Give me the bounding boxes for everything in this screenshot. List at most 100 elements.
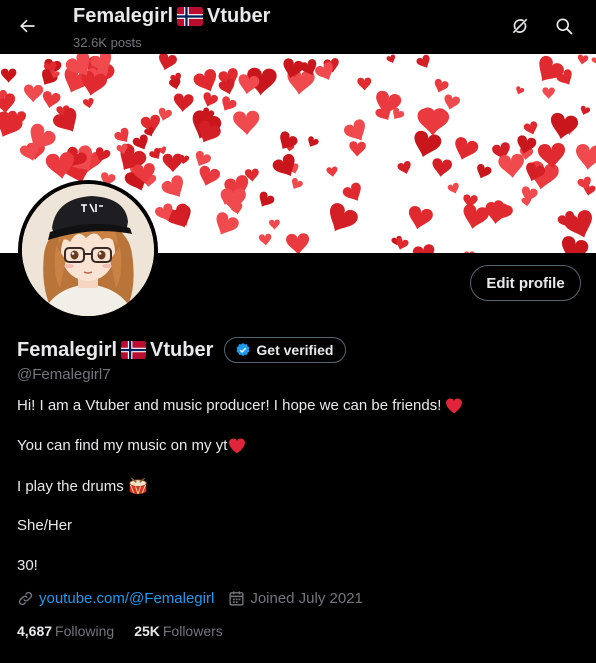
banner-heart xyxy=(444,94,460,110)
calendar-icon xyxy=(229,591,244,606)
banner-heart xyxy=(477,164,492,179)
header-title: Femalegirl Vtuber xyxy=(73,5,270,28)
back-arrow-icon xyxy=(20,19,35,33)
avatar-image xyxy=(22,184,154,316)
banner-heart xyxy=(464,251,475,253)
banner-heart xyxy=(173,93,194,112)
banner-heart xyxy=(357,77,372,91)
get-verified-button[interactable]: Get verified xyxy=(224,337,347,363)
bio-line-2: You can find my music on my yt xyxy=(17,437,246,454)
following-label: Following xyxy=(55,623,115,639)
get-verified-label: Get verified xyxy=(256,342,334,358)
banner-heart xyxy=(53,108,77,132)
bio-text-5: 30! xyxy=(17,557,38,574)
banner-heart xyxy=(82,97,94,109)
banner-heart xyxy=(199,165,221,186)
bio-text-4: She/Her xyxy=(17,517,73,534)
banner-heart xyxy=(516,86,525,95)
joined-item: Joined July 2021 xyxy=(228,590,363,607)
post-count: 32.6K posts xyxy=(73,35,142,50)
link-icon xyxy=(18,591,33,606)
banner-heart xyxy=(455,137,479,160)
banner-heart xyxy=(269,219,280,230)
banner-heart xyxy=(286,233,310,253)
banner-heart xyxy=(434,78,449,93)
header-name-start: Femalegirl xyxy=(73,5,174,27)
banner-heart xyxy=(577,54,589,65)
bio-line-5: 30! xyxy=(17,557,38,574)
header-name-end: Vtuber xyxy=(207,5,271,27)
banner-heart xyxy=(432,158,452,177)
banner-heart xyxy=(259,191,275,207)
norway-flag-icon xyxy=(121,341,146,359)
banner-heart xyxy=(162,153,183,173)
profile-header: Femalegirl Vtuber 32.6K posts xyxy=(0,0,596,54)
banner-heart xyxy=(158,54,177,71)
follow-stats: 4,687 Following 25K Followers xyxy=(17,623,243,639)
followers-label: Followers xyxy=(162,623,223,639)
red-heart-icon xyxy=(446,398,463,414)
website-link[interactable]: youtube.com/@Femalegirl xyxy=(39,590,214,607)
profile-handle: @Femalegirl7 xyxy=(17,366,111,383)
red-heart-icon xyxy=(229,438,246,454)
banner-heart xyxy=(498,153,524,178)
banner-heart xyxy=(342,182,361,201)
profile-meta: youtube.com/@Femalegirl Joined July 2021 xyxy=(17,590,377,607)
banner-heart xyxy=(561,236,589,253)
banner-heart xyxy=(24,84,44,103)
banner-heart xyxy=(161,175,183,197)
profile-display-name: Femalegirl Vtuber xyxy=(17,339,213,362)
hide-media-button[interactable] xyxy=(505,11,535,41)
display-name-start: Femalegirl xyxy=(17,338,118,361)
banner-heart xyxy=(169,78,181,90)
banner-heart xyxy=(408,206,433,230)
joined-date: Joined July 2021 xyxy=(250,590,363,607)
banner-heart xyxy=(550,112,578,139)
banner-heart xyxy=(329,203,358,232)
followers-stat[interactable]: 25K Followers xyxy=(134,623,223,639)
banner-heart xyxy=(412,244,435,253)
back-button[interactable] xyxy=(10,9,44,43)
bio-line-4: She/Her xyxy=(17,517,72,534)
banner-heart xyxy=(216,212,239,235)
profile-avatar[interactable] xyxy=(18,180,158,320)
anime-girl-avatar-illustration xyxy=(22,184,154,316)
banner-heart xyxy=(258,233,272,246)
banner-heart xyxy=(291,177,303,189)
bio-text-3: I play the drums xyxy=(17,478,124,495)
banner-heart xyxy=(233,110,260,136)
banner-heart xyxy=(397,160,411,174)
followers-count: 25K xyxy=(134,623,160,639)
search-button[interactable] xyxy=(549,11,579,41)
banner-heart xyxy=(576,144,596,170)
banner-heart xyxy=(447,182,459,194)
hide-media-icon xyxy=(512,18,528,34)
bio-text-1: Hi! I am a Vtuber and music producer! I … xyxy=(17,397,442,414)
bio-text-2: You can find my music on my yt xyxy=(17,437,228,454)
search-icon xyxy=(556,18,573,35)
banner-heart xyxy=(523,121,538,135)
banner-heart xyxy=(414,130,442,158)
banner-heart xyxy=(386,54,396,64)
banner-heart xyxy=(416,54,430,68)
banner-heart xyxy=(222,96,237,111)
bio-line-1: Hi! I am a Vtuber and music producer! I … xyxy=(17,397,463,414)
edit-profile-button[interactable]: Edit profile xyxy=(470,265,581,301)
banner-heart xyxy=(542,87,555,99)
banner-heart xyxy=(0,68,17,83)
banner-heart xyxy=(280,131,298,150)
banner-heart xyxy=(591,55,596,65)
verified-badge-icon xyxy=(236,343,250,357)
banner-heart xyxy=(193,69,217,92)
banner-heart xyxy=(580,105,591,115)
drum-icon xyxy=(128,477,147,495)
following-stat[interactable]: 4,687 Following xyxy=(17,623,114,639)
bio-line-3: I play the drums xyxy=(17,477,148,496)
banner-heart xyxy=(132,134,148,150)
following-count: 4,687 xyxy=(17,623,53,639)
banner-heart xyxy=(114,127,129,143)
website-item: youtube.com/@Femalegirl xyxy=(17,590,214,607)
banner-heart xyxy=(308,136,319,147)
banner-heart xyxy=(349,141,366,157)
profile-name-row: Femalegirl Vtuber Get verified xyxy=(17,337,347,363)
